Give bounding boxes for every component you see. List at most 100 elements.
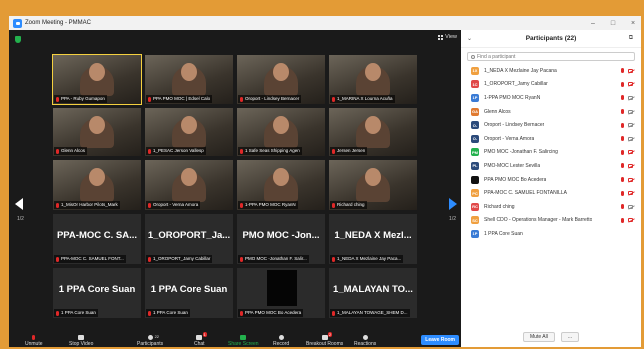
participant-tile[interactable]: Richard ching xyxy=(329,160,417,210)
reactions-button[interactable]: Reactions xyxy=(354,334,376,347)
microphone-muted-icon xyxy=(240,310,243,316)
participant-name: Glenn Alcos xyxy=(484,108,511,115)
record-label: Record xyxy=(273,341,290,347)
participants-button[interactable]: 22 Participants xyxy=(137,334,163,347)
participant-tile[interactable]: Glenn Alcos xyxy=(53,108,141,156)
participant-tile[interactable]: 1 Safe Seas Shipping Agen xyxy=(237,108,325,156)
tile-participant-name: 1-PPA PMO MOC RyanN xyxy=(245,202,296,207)
microphone-muted-icon xyxy=(240,202,243,208)
participant-tile[interactable]: Oroport - Lindsey Bernacer xyxy=(237,55,325,104)
video-off-icon xyxy=(628,163,633,168)
microphone-muted-icon xyxy=(240,256,243,262)
participant-tile[interactable]: 1-PPA PMO MOC RyanN xyxy=(237,160,325,210)
unmute-button[interactable]: Unmute xyxy=(25,334,43,347)
participant-tile[interactable]: PPA PMO MOC | Edsel Calo xyxy=(145,55,233,104)
participant-status xyxy=(621,204,633,210)
participant-tile[interactable]: 1_NEDA X Mezl... 1_NEDA X Mezlaine Jay Pa… xyxy=(329,214,417,264)
microphone-muted-icon xyxy=(148,148,151,154)
chat-bubble-icon xyxy=(196,335,203,340)
video-camera-icon xyxy=(628,204,633,209)
participant-tile[interactable]: PPA - Ruby Gumapon xyxy=(52,54,142,105)
participant-tile[interactable]: 1_MARINA X Lourna Acuña xyxy=(329,55,417,104)
record-button[interactable]: Record xyxy=(273,334,289,347)
participant-row[interactable]: PC PPA-MOC C. SAMUEL FONTANILLA xyxy=(461,186,641,200)
participant-row[interactable]: O- Oroport - Lindsey Bernacer xyxy=(461,118,641,132)
more-options-button[interactable]: ... xyxy=(560,332,579,342)
microphone-muted-icon xyxy=(148,310,151,316)
participant-tile[interactable]: 1_MisOr Harbor Pilots_Mark xyxy=(53,160,141,210)
share-screen-button[interactable]: Share Screen xyxy=(228,334,259,347)
breakout-rooms-button[interactable]: 2 Breakout Rooms xyxy=(306,332,343,347)
microphone-muted-icon xyxy=(621,177,624,183)
video-camera-icon xyxy=(628,123,633,128)
tile-display-name: 1 PPA Core Suan xyxy=(150,284,228,295)
zoom-app-icon xyxy=(13,18,22,28)
microphone-muted-icon xyxy=(621,136,624,142)
participant-tile[interactable]: 1_OROPORT_Ja... 1_OROPORT_Jamy Cabillar xyxy=(145,214,233,264)
video-off-icon xyxy=(628,82,633,87)
tile-name-tag: Richard ching xyxy=(330,201,367,209)
participant-row[interactable]: 1C 1_OROPORT_Jamy Cabillar xyxy=(461,78,641,92)
previous-page-arrow-icon[interactable] xyxy=(15,198,23,210)
participant-name: Shell CDO - Operations Manager - Mark Ba… xyxy=(484,217,593,224)
participant-tile[interactable]: PPA PMO MOC Bo Acedera xyxy=(237,268,325,318)
chevron-down-icon[interactable]: ⌄ xyxy=(467,35,472,42)
participant-row[interactable]: PM PMO MOC -Jonathan F. Salircing xyxy=(461,146,641,160)
search-icon xyxy=(471,54,475,59)
stop-video-button[interactable]: Stop Video xyxy=(69,334,93,347)
participant-tile[interactable]: Jersen Jersen xyxy=(329,108,417,156)
tile-participant-name: PMO MOC -Jonathan F. Salir... xyxy=(245,256,307,261)
microphone-muted-icon xyxy=(332,96,335,102)
participant-tile[interactable]: PMO MOC -Jon... PMO MOC -Jonathan F. Sali… xyxy=(237,214,325,264)
tile-display-name: 1 PPA Core Suan xyxy=(58,284,136,295)
chat-button[interactable]: 1 Chat xyxy=(194,332,207,347)
participant-row[interactable]: GA Glenn Alcos xyxy=(461,105,641,119)
tile-name-tag: 1 PPA Core Suan xyxy=(146,309,190,317)
microphone-muted-icon xyxy=(56,148,59,154)
participants-header: ⌄ Participants (22) ⧉ xyxy=(461,30,641,48)
view-button[interactable]: View xyxy=(438,34,457,40)
participant-video xyxy=(365,63,381,81)
mute-all-button[interactable]: Mute All xyxy=(523,332,555,342)
tile-participant-name: 1 PPA Core Suan xyxy=(61,310,96,315)
participant-status xyxy=(621,217,633,223)
participant-tile[interactable]: Oroport - Verna Amora xyxy=(145,160,233,210)
participant-row[interactable]: PL PMO-MOC Lester Sevilla xyxy=(461,159,641,173)
participant-name: PMO-MOC Lester Sevilla xyxy=(484,162,541,169)
next-page-arrow-icon[interactable] xyxy=(449,198,457,210)
microphone-muted-icon xyxy=(621,95,624,101)
avatar: 1C xyxy=(471,80,479,89)
microphone-muted-icon xyxy=(56,256,59,262)
leave-room-button[interactable]: Leave Room xyxy=(421,335,459,345)
minimize-button[interactable]: – xyxy=(589,20,597,27)
participant-tile[interactable]: 1_MALAYAN TO... 1_MALAYAN TOWAGE_SHEM D..… xyxy=(329,268,417,318)
avatar: SC xyxy=(471,216,479,225)
participant-row[interactable]: SC Shell CDO - Operations Manager - Mark … xyxy=(461,214,641,228)
participant-row[interactable]: RC Richard ching xyxy=(461,200,641,214)
tile-participant-name: PPA-MOC C. SAMUEL FONT... xyxy=(61,256,124,261)
participant-row[interactable]: O- Oroport - Verna Amora xyxy=(461,132,641,146)
avatar: RC xyxy=(471,202,479,211)
tile-participant-name: Glenn Alcos xyxy=(61,148,86,153)
participant-tile[interactable]: 1 PPA Core Suan 1 PPA Core Suan xyxy=(145,268,233,318)
microphone-muted-icon xyxy=(148,202,151,208)
participant-row[interactable]: 1P 1 PPA Core Suan xyxy=(461,227,641,241)
maximize-button[interactable]: □ xyxy=(609,20,617,27)
pop-out-icon[interactable]: ⧉ xyxy=(629,35,633,42)
participant-search-input[interactable] xyxy=(477,53,627,60)
participant-name: Richard ching xyxy=(484,203,515,210)
participant-status xyxy=(621,177,633,183)
participant-row[interactable]: 1P 1-PPA PMO MOC RyanN xyxy=(461,91,641,105)
participant-tile[interactable]: 1_PESAC Jerson Vallesp xyxy=(145,108,233,156)
participant-row[interactable]: PPA PMO MOC Bo Acedera xyxy=(461,173,641,187)
breakout-badge: 2 xyxy=(327,332,333,337)
participant-tile[interactable]: 1 PPA Core Suan 1 PPA Core Suan xyxy=(53,268,141,318)
shield-icon[interactable] xyxy=(15,36,21,43)
grid-icon xyxy=(438,34,444,40)
participant-video xyxy=(365,116,381,134)
participant-tile[interactable]: PPA-MOC C. SA... PPA-MOC C. SAMUEL FONT..… xyxy=(53,214,141,264)
participant-status xyxy=(621,68,633,74)
close-button[interactable]: × xyxy=(629,20,637,27)
participant-status xyxy=(621,109,633,115)
participant-row[interactable]: 1X 1_NEDA X Mezlaine Jay Pacana xyxy=(461,64,641,78)
